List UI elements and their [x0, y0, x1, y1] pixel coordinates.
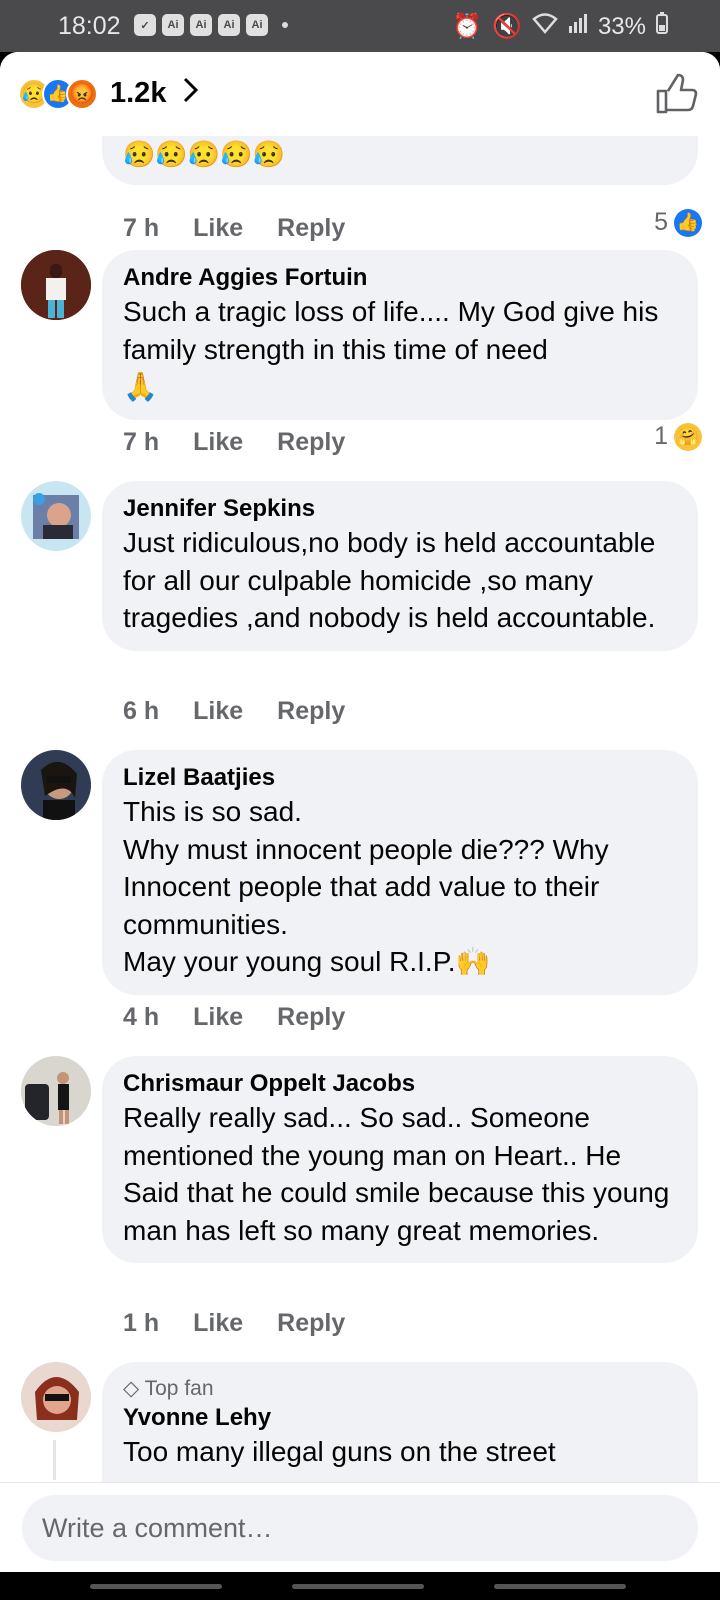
- comment-text: Such a tragic loss of life.... My God gi…: [123, 296, 659, 402]
- comment-bubble: Chrismaur Oppelt Jacobs Really really sa…: [102, 1056, 698, 1263]
- comment-time: 7 h: [123, 214, 160, 242]
- chevron-right-icon: [182, 76, 200, 111]
- comment-reactions[interactable]: 1 🤗: [654, 422, 702, 451]
- comment-author[interactable]: Jennifer Sepkins: [123, 494, 678, 524]
- comment-reply-button[interactable]: Reply: [277, 1309, 345, 1338]
- recents-button[interactable]: [90, 1584, 222, 1589]
- back-button[interactable]: [494, 1584, 626, 1589]
- messenger-icon: ✓: [134, 14, 156, 36]
- comment-text: Really really sad... So sad.. Someone me…: [123, 1102, 670, 1246]
- signal-icon: [568, 12, 588, 41]
- top-fan-label: Top fan: [144, 1377, 214, 1400]
- comment-actions: 6 h Like Reply: [123, 697, 345, 726]
- battery-percent: 33%: [597, 12, 646, 40]
- comment-text: Just ridiculous,no body is held accounta…: [123, 527, 656, 633]
- comment-author[interactable]: Andre Aggies Fortuin: [123, 263, 678, 293]
- comment-reply-button[interactable]: Reply: [277, 214, 345, 243]
- reactions-summary[interactable]: 😥 👍 😡 1.2k: [18, 76, 200, 111]
- home-button[interactable]: [292, 1584, 424, 1589]
- ai-app-icon: Ai: [246, 14, 268, 36]
- ai-app-icon: Ai: [218, 14, 240, 36]
- battery-icon: [656, 12, 668, 41]
- top-fan-badge: ◇ Top fan: [123, 1375, 678, 1403]
- comment-reaction-count: 5: [654, 208, 668, 236]
- reactions-header: 😥 👍 😡 1.2k: [0, 52, 720, 136]
- alarm-icon: ⏰: [452, 13, 483, 40]
- system-nav-bar: [0, 1572, 720, 1600]
- comment-like-button[interactable]: Like: [193, 1309, 243, 1338]
- angry-reaction-icon: 😡: [66, 77, 98, 110]
- comment-author[interactable]: Yvonne Lehy: [123, 1403, 678, 1433]
- comment-reply-button[interactable]: Reply: [277, 697, 345, 726]
- comment-bubble: Andre Aggies Fortuin Such a tragic loss …: [102, 250, 698, 420]
- care-reaction-icon: 🤗: [674, 422, 702, 451]
- ai-app-icon: Ai: [162, 14, 184, 36]
- comment-text: This is so sad. Why must innocent people…: [123, 796, 609, 977]
- comment-reply-button[interactable]: Reply: [277, 1003, 345, 1032]
- comment-bubble: Jennifer Sepkins Just ridiculous,no body…: [102, 481, 698, 651]
- comment-like-button[interactable]: Like: [193, 1003, 243, 1032]
- comment-text: 😥😥😥😥😥: [123, 139, 285, 169]
- comment-author[interactable]: Chrismaur Oppelt Jacobs: [123, 1069, 678, 1099]
- comment-composer: Write a comment…: [0, 1482, 720, 1572]
- comment-bubble: ◇ Top fan Yvonne Lehy Too many illegal g…: [102, 1362, 698, 1502]
- comment-time: 6 h: [123, 697, 160, 725]
- comment-actions: 7 h Like Reply: [123, 428, 345, 457]
- mute-icon: 🔇: [492, 13, 522, 40]
- comment-time: 4 h: [123, 1003, 160, 1031]
- like-reaction-icon: 👍: [674, 208, 702, 237]
- comment-time: 7 h: [123, 428, 160, 456]
- comment-text: Too many illegal guns on the street: [123, 1436, 556, 1467]
- avatar[interactable]: [21, 1362, 91, 1432]
- comment-time: 1 h: [123, 1309, 160, 1337]
- ai-app-icon: Ai: [190, 14, 212, 36]
- comment-bubble: Lizel Baatjies This is so sad. Why must …: [102, 750, 698, 995]
- reaction-count: 1.2k: [110, 77, 167, 109]
- status-time: 18:02: [58, 12, 121, 40]
- comment-reactions[interactable]: 5 👍: [654, 208, 702, 237]
- comment-actions: 4 h Like Reply: [123, 1003, 345, 1032]
- system-icons: ⏰ 🔇 33%: [452, 12, 668, 41]
- comment-like-button[interactable]: Like: [193, 428, 243, 457]
- wifi-icon: [532, 12, 558, 41]
- like-button-icon[interactable]: [654, 72, 698, 116]
- comment-like-button[interactable]: Like: [193, 697, 243, 726]
- comments-sheet: 😥 👍 😡 1.2k 😥😥😥😥😥 7 h Like Reply 5 👍 Andr…: [0, 52, 720, 1572]
- comment-reply-button[interactable]: Reply: [277, 428, 345, 457]
- avatar[interactable]: [21, 250, 91, 320]
- status-bar: 18:02 ✓ Ai Ai Ai Ai ⏰ 🔇 33%: [0, 0, 720, 52]
- comment-like-button[interactable]: Like: [193, 214, 243, 243]
- comment-author[interactable]: Lizel Baatjies: [123, 763, 678, 793]
- notification-icons: ✓ Ai Ai Ai Ai: [134, 14, 288, 36]
- avatar[interactable]: [21, 481, 91, 551]
- avatar[interactable]: [21, 750, 91, 820]
- more-notifications-icon: [282, 22, 288, 28]
- comment-reaction-count: 1: [654, 422, 668, 450]
- comment-input[interactable]: Write a comment…: [22, 1495, 698, 1561]
- comment-actions: 1 h Like Reply: [123, 1309, 345, 1338]
- thread-line: [53, 1440, 56, 1480]
- diamond-icon: ◇: [123, 1377, 140, 1400]
- comment-actions: 7 h Like Reply: [123, 214, 345, 243]
- avatar[interactable]: [21, 1056, 91, 1126]
